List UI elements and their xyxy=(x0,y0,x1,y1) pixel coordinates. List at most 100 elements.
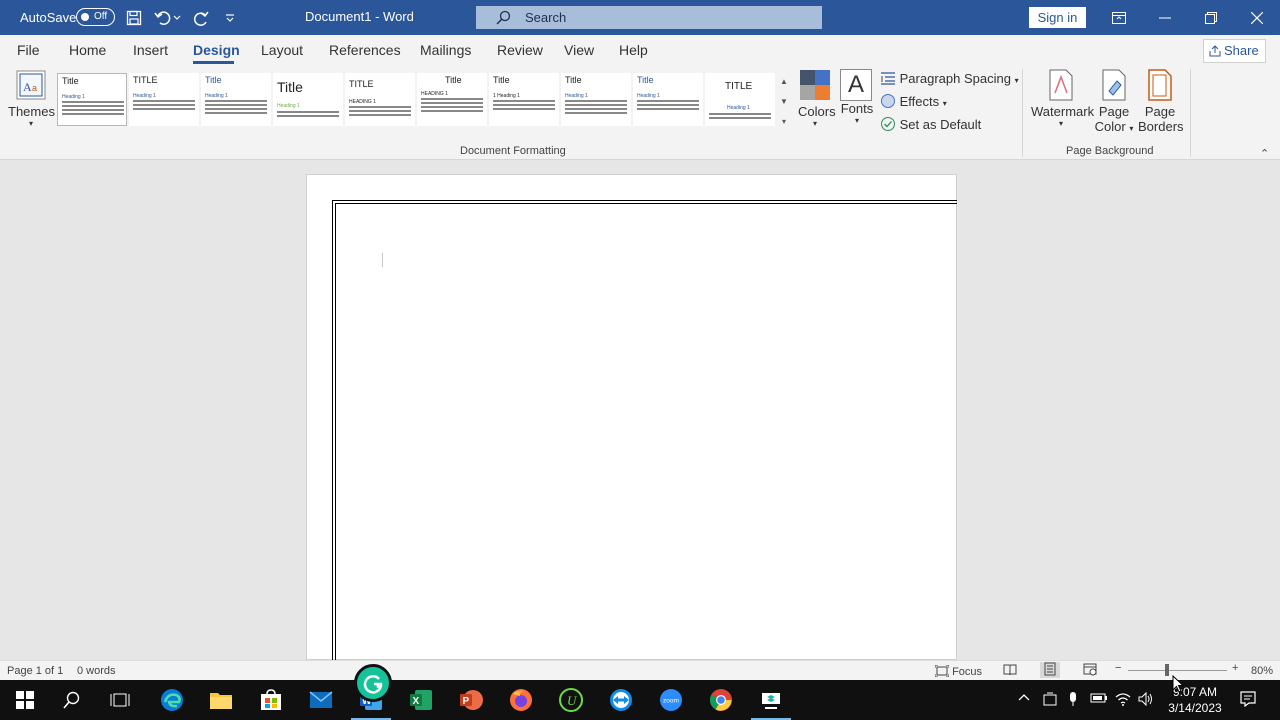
tab-help[interactable]: Help xyxy=(619,42,648,58)
clock[interactable]: 9:07 AM 3/14/2023 xyxy=(1160,684,1230,716)
ribbon: Aa Themes ▾ Title Heading 1 TITLE Headin… xyxy=(0,65,1280,160)
file-explorer-icon[interactable] xyxy=(206,686,236,714)
volume-icon[interactable] xyxy=(1138,691,1154,709)
tab-references[interactable]: References xyxy=(329,42,401,58)
search-icon[interactable] xyxy=(57,686,87,714)
microphone-icon[interactable] xyxy=(1068,692,1078,709)
zoom-level[interactable]: 80% xyxy=(1251,665,1273,677)
share-label: Share xyxy=(1224,43,1259,58)
chrome-icon[interactable] xyxy=(706,686,736,714)
gallery-scroll-up-icon[interactable]: ▲ xyxy=(777,71,791,91)
word-count[interactable]: 0 words xyxy=(77,665,116,677)
minimize-icon[interactable] xyxy=(1142,0,1188,35)
tab-insert[interactable]: Insert xyxy=(133,42,168,58)
toggle-knob xyxy=(81,13,89,21)
tab-layout[interactable]: Layout xyxy=(261,42,303,58)
page-borders-button[interactable]: Page Borders xyxy=(1138,69,1184,134)
battery-icon[interactable] xyxy=(1090,692,1108,707)
autosave-toggle[interactable]: Off xyxy=(76,8,115,26)
page-borders-label-1: Page xyxy=(1144,104,1176,119)
document-page[interactable] xyxy=(306,174,957,661)
set-as-default-button[interactable]: Set as Default xyxy=(880,116,981,132)
watermark-icon xyxy=(1049,69,1073,101)
page-count[interactable]: Page 1 of 1 xyxy=(7,665,63,677)
web-layout-icon[interactable] xyxy=(1083,663,1097,679)
search-box[interactable]: Search xyxy=(476,6,822,29)
style-set-4[interactable]: Title Heading 1 xyxy=(273,73,343,126)
style-set-9[interactable]: Title Heading 1 xyxy=(633,73,703,126)
effects-icon xyxy=(881,94,895,108)
zoom-in-icon[interactable]: + xyxy=(1232,662,1238,674)
excel-icon[interactable]: X xyxy=(406,686,436,714)
style-set-3[interactable]: Title Heading 1 xyxy=(201,73,271,126)
fonts-dropdown-icon: ▾ xyxy=(854,116,859,125)
wifi-icon[interactable] xyxy=(1115,692,1131,709)
zoom-slider-thumb[interactable] xyxy=(1165,664,1169,676)
style-set-7[interactable]: Title 1 Heading 1 xyxy=(489,73,559,126)
gallery-scroll-down-icon[interactable]: ▼ xyxy=(777,91,791,111)
tab-home[interactable]: Home xyxy=(69,42,106,58)
style-set-5[interactable]: TITLE HEADING 1 xyxy=(345,73,415,126)
tab-mailings[interactable]: Mailings xyxy=(420,42,471,58)
customize-qat-icon[interactable] xyxy=(219,7,241,29)
mail-icon[interactable] xyxy=(306,686,336,714)
gallery-scroll: ▲ ▼ ▾ xyxy=(777,71,791,131)
svg-text:a: a xyxy=(32,83,37,93)
zoom-slider[interactable] xyxy=(1128,670,1227,671)
colors-button[interactable]: Colors ▾ xyxy=(798,69,836,128)
effects-label: Effects xyxy=(899,94,940,109)
grammarly-icon[interactable] xyxy=(354,664,392,702)
edge-icon[interactable] xyxy=(157,686,187,714)
ribbon-display-options-icon[interactable] xyxy=(1096,0,1142,35)
teamviewer-icon[interactable] xyxy=(606,686,636,714)
zoom-out-icon[interactable]: − xyxy=(1115,662,1121,674)
recorder-icon[interactable] xyxy=(751,686,791,720)
themes-dropdown-icon: ▾ xyxy=(28,119,33,128)
print-layout-icon[interactable] xyxy=(1040,662,1060,678)
group-separator xyxy=(1022,69,1023,157)
save-icon[interactable] xyxy=(123,7,145,29)
effects-button[interactable]: Effects ▾ xyxy=(880,93,947,109)
themes-label: Themes xyxy=(8,104,55,119)
paragraph-spacing-button[interactable]: Paragraph Spacing ▾ xyxy=(880,71,1019,86)
document-area[interactable] xyxy=(0,160,1280,661)
close-icon[interactable] xyxy=(1234,0,1280,35)
fonts-button[interactable]: A Fonts ▾ xyxy=(840,69,874,125)
show-hidden-icons-icon[interactable] xyxy=(1018,692,1030,704)
read-mode-icon[interactable] xyxy=(1003,663,1017,679)
zoom-icon[interactable]: zoom xyxy=(656,686,686,714)
upwork-icon[interactable]: U xyxy=(556,686,586,714)
sign-in-button[interactable]: Sign in xyxy=(1029,7,1086,28)
redo-icon[interactable] xyxy=(190,7,212,29)
search-icon xyxy=(496,10,511,28)
tab-view[interactable]: View xyxy=(564,42,594,58)
style-set-1[interactable]: Title Heading 1 xyxy=(57,73,127,126)
style-set-8[interactable]: Title Heading 1 xyxy=(561,73,631,126)
tab-review[interactable]: Review xyxy=(497,42,543,58)
page-color-button[interactable]: Page Color ▾ xyxy=(1092,69,1136,134)
page-borders-icon xyxy=(1148,69,1172,101)
share-button[interactable]: Share xyxy=(1203,39,1266,63)
themes-button[interactable]: Aa Themes ▾ xyxy=(8,69,55,128)
collapse-ribbon-icon[interactable]: ⌃ xyxy=(1260,147,1269,160)
status-bar: Page 1 of 1 0 words Focus − + 80% xyxy=(0,660,1280,680)
watermark-button[interactable]: Watermark ▾ xyxy=(1031,69,1094,128)
restore-icon[interactable] xyxy=(1188,0,1234,35)
store-icon[interactable] xyxy=(256,686,286,714)
tab-file[interactable]: File xyxy=(17,42,40,58)
mouse-pointer-icon xyxy=(1172,674,1185,696)
style-set-10[interactable]: TITLE Heading 1 xyxy=(705,73,775,126)
task-view-icon[interactable] xyxy=(105,686,135,714)
tab-design[interactable]: Design xyxy=(193,42,240,58)
focus-button[interactable]: Focus xyxy=(934,664,982,678)
gallery-more-icon[interactable]: ▾ xyxy=(777,111,791,131)
undo-dropdown-icon[interactable] xyxy=(171,7,183,29)
document-formatting-group-label: Document Formatting xyxy=(460,145,566,157)
style-set-2[interactable]: TITLE Heading 1 xyxy=(129,73,199,126)
firefox-icon[interactable] xyxy=(506,686,536,714)
notifications-icon[interactable] xyxy=(1240,691,1256,710)
start-icon[interactable] xyxy=(10,686,40,714)
powerpoint-icon[interactable]: P xyxy=(456,686,486,714)
tray-app-icon[interactable] xyxy=(1043,692,1057,709)
style-set-6[interactable]: Title HEADING 1 xyxy=(417,73,487,126)
